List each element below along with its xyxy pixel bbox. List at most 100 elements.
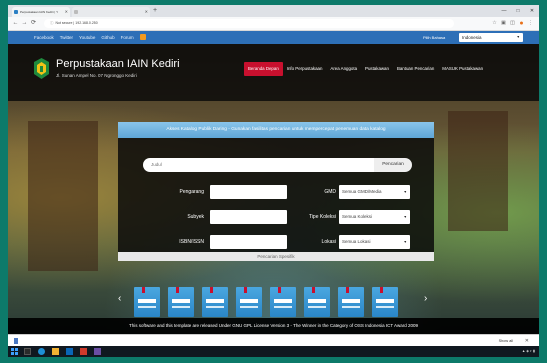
location-select[interactable]: Semua Lokasi ▼ [339,235,410,249]
forward-button[interactable]: → [20,19,29,28]
twitter-link[interactable]: Twitter [60,31,73,44]
close-tab-icon[interactable]: ✕ [65,7,68,17]
main-nav: Beranda Depan Info Perpustakaan Area Ang… [244,62,487,76]
nav-home[interactable]: Beranda Depan [244,62,283,76]
nav-library-info[interactable]: Info Perpustakaan [283,62,327,76]
nav-librarian-login[interactable]: MASUK Pustakawan [438,62,487,76]
close-tab-icon[interactable]: ✕ [145,7,148,17]
new-tab-button[interactable]: + [153,6,157,16]
youtube-link[interactable]: Youtube [79,31,95,44]
book-cover-icon[interactable] [372,287,398,317]
extension-icon[interactable]: ▣ [499,19,508,28]
app-icon[interactable] [80,348,87,355]
site-footer: This software and this template are rele… [8,318,539,334]
location-selected: Semua Lokasi [342,239,371,244]
language-label: Pilih Bahasa [423,35,446,40]
forum-link[interactable]: Forum [121,31,134,44]
social-link-bar: Facebook Twitter Youtube Github Forum Pi… [8,31,539,44]
gmd-label: GMD [324,189,336,195]
profile-icon[interactable]: ● [517,19,526,28]
window-controls: — □ ✕ [497,5,539,17]
collection-type-label: Tipe Koleksi [308,214,336,220]
system-tray[interactable]: ▲ ◈ ◐ ▮ [522,346,535,357]
isbn-label: ISBN/ISSN [179,239,204,245]
site-header: Perpustakaan IAIN Kediri Jl. Sunan Ampel… [8,44,539,101]
extension-icon[interactable]: ◫ [508,19,517,28]
taskbar: ▲ ◈ ◐ ▮ [8,346,539,357]
facebook-link[interactable]: Facebook [34,31,54,44]
info-icon: ⓘ [50,21,54,25]
bookmark-star-icon[interactable]: ☆ [490,19,499,28]
gmd-select[interactable]: Semua GMD/Media ▼ [339,185,410,199]
folder-icon[interactable] [52,348,59,355]
bookshelf-right [448,111,508,231]
screen: Perpustakaan IAIN Kediri | Y ✕ ✕ + — □ ✕… [8,5,539,357]
tab-inactive[interactable]: ✕ [72,7,150,17]
specific-search-toggle[interactable]: Pencarian Spesifik [118,252,434,261]
tab-title: Perpustakaan IAIN Kediri | Y [20,10,59,14]
chrome-icon[interactable] [38,348,45,355]
search-panel: Akses Katalog Publik Daring - Gunakan fa… [118,122,434,261]
browser-tab-bar: Perpustakaan IAIN Kediri | Y ✕ ✕ + — □ ✕ [8,5,539,17]
carousel-prev-icon[interactable]: ‹ [118,293,121,305]
tab-active[interactable]: Perpustakaan IAIN Kediri | Y ✕ [12,7,70,17]
library-logo-icon[interactable] [34,58,49,79]
start-icon[interactable] [11,348,18,355]
file-icon [14,338,18,344]
bookshelf-left [28,121,98,271]
isbn-input[interactable] [210,235,287,249]
edge-icon[interactable] [66,348,73,355]
location-label: Lokasi [321,239,336,245]
favicon-icon [14,10,18,14]
download-item[interactable] [14,337,21,345]
url-text: 192.168.0.250 [75,21,98,25]
show-all-downloads-link[interactable]: Show all [499,337,513,345]
author-label: Pengarang [179,189,204,195]
favicon-icon [74,10,78,14]
close-download-bar-button[interactable]: ✕ [525,337,529,345]
search-button[interactable]: Pencarian [374,158,412,172]
book-cover-icon[interactable] [236,287,262,317]
subject-input[interactable] [210,210,287,224]
reload-button[interactable]: ⟳ [29,19,38,28]
keyword-input[interactable] [143,158,374,172]
security-label: Not secure [55,21,73,25]
book-cover-icon[interactable] [270,287,296,317]
search-taskbar-icon[interactable] [24,348,31,355]
maximize-button[interactable]: □ [511,5,525,17]
address-bar: ← → ⟳ ⓘ Not secure | 192.168.0.250 ☆ ▣ ◫ … [8,17,539,31]
extension-icons: ☆ ▣ ◫ ● ⋮ [490,19,535,28]
carousel-next-icon[interactable]: › [424,293,427,305]
nav-buttons: ← → ⟳ [11,19,38,28]
dropdown-arrow-icon: ▼ [403,190,407,194]
book-cover-icon[interactable] [168,287,194,317]
nav-member-area[interactable]: Area Anggota [326,62,361,76]
back-button[interactable]: ← [11,19,20,28]
site-address: Jl. Sunan Ampel No. 07 Ngronggo Kediri [56,73,137,78]
book-cover-icon[interactable] [304,287,330,317]
app-icon[interactable] [94,348,101,355]
close-window-button[interactable]: ✕ [525,5,539,17]
collection-type-select[interactable]: Semua Koleksi ▼ [339,210,410,224]
collection-type-selected: Semua Koleksi [342,214,373,219]
menu-icon[interactable]: ⋮ [526,19,535,28]
book-cover-icon[interactable] [134,287,160,317]
social-links: Facebook Twitter Youtube Github Forum [34,31,146,44]
book-cover-icon[interactable] [338,287,364,317]
web-page: Facebook Twitter Youtube Github Forum Pi… [8,31,539,334]
rss-icon[interactable] [139,34,146,40]
github-link[interactable]: Github [101,31,114,44]
nav-librarian[interactable]: Pustakawan [361,62,393,76]
language-selected: Indonesia [462,35,482,40]
dropdown-arrow-icon: ▼ [516,35,520,39]
dropdown-arrow-icon: ▼ [403,215,407,219]
book-carousel: ‹ › [118,280,434,320]
minimize-button[interactable]: — [497,5,511,17]
language-select[interactable]: Indonesia ▼ [459,33,523,42]
url-input[interactable]: ⓘ Not secure | 192.168.0.250 [44,19,454,28]
author-input[interactable] [210,185,287,199]
subject-label: Subyek [187,214,204,220]
book-cover-icon[interactable] [202,287,228,317]
nav-search-help[interactable]: Bantuan Pencarian [393,62,438,76]
site-title[interactable]: Perpustakaan IAIN Kediri [56,58,180,70]
